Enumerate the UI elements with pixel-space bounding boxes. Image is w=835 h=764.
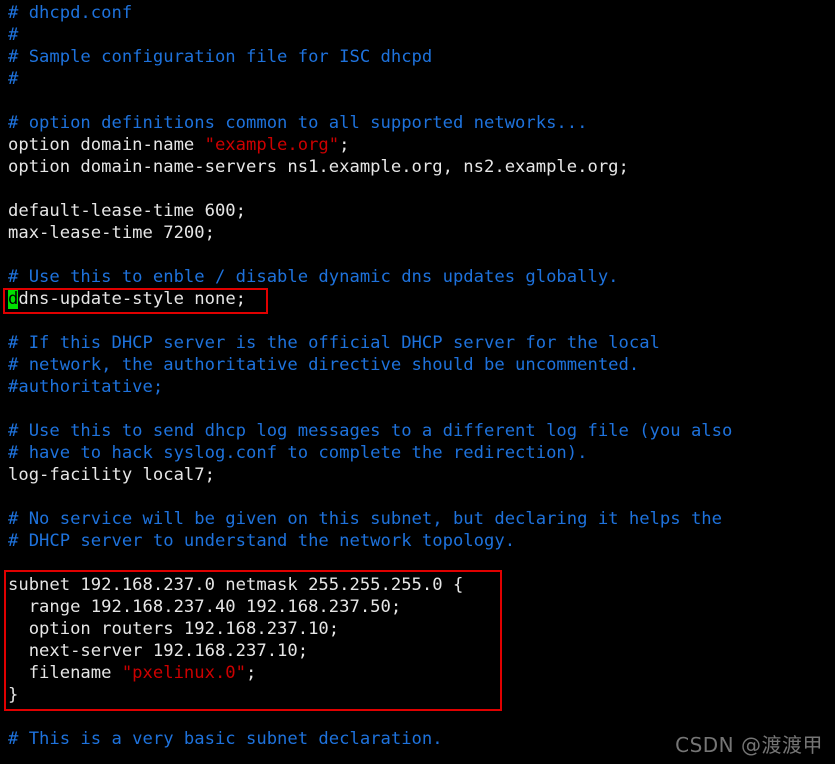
code-line-directive: next-server 192.168.237.10; (8, 640, 835, 662)
code-line-directive: range 192.168.237.40 192.168.237.50; (8, 596, 835, 618)
comment-token: # This is a very basic subnet declaratio… (8, 729, 443, 749)
statement-terminator-token: ; (246, 663, 257, 683)
code-line-directive: } (8, 684, 835, 706)
directive-token: next-server 192.168.237.10; (8, 641, 309, 661)
code-line-comment: # (8, 68, 835, 90)
directive-token: dns-update-style none; (18, 289, 247, 309)
code-line-comment: # network, the authoritative directive s… (8, 354, 835, 376)
code-line-comment: # Use this to enble / disable dynamic dn… (8, 266, 835, 288)
code-line-comment: # (8, 24, 835, 46)
code-line-directive: subnet 192.168.237.0 netmask 255.255.255… (8, 574, 835, 596)
comment-token: # (8, 69, 19, 89)
comment-token: # Use this to enble / disable dynamic dn… (8, 267, 619, 287)
directive-token: range 192.168.237.40 192.168.237.50; (8, 597, 402, 617)
comment-token: # network, the authoritative directive s… (8, 355, 640, 375)
comment-token: # Sample configuration file for ISC dhcp… (8, 47, 433, 67)
comment-token: # Use this to send dhcp log messages to … (8, 421, 733, 441)
code-line-comment: # If this DHCP server is the official DH… (8, 332, 835, 354)
string-literal-token: "example.org" (204, 135, 340, 155)
code-line-directive: option routers 192.168.237.10; (8, 618, 835, 640)
code-line-directive: max-lease-time 7200; (8, 222, 835, 244)
directive-token: } (8, 685, 19, 705)
code-line-with-cursor: ddns-update-style none; (8, 288, 835, 310)
directive-token: max-lease-time 7200; (8, 223, 215, 243)
code-line-comment: # have to hack syslog.conf to complete t… (8, 442, 835, 464)
code-line-directive-with-string: filename "pxelinux.0"; (8, 662, 835, 684)
code-line-directive: log-facility local7; (8, 464, 835, 486)
code-line-directive-with-string: option domain-name "example.org"; (8, 134, 835, 156)
comment-token: #authoritative; (8, 377, 164, 397)
code-line-comment: # Use this to send dhcp log messages to … (8, 420, 835, 442)
comment-token: # (8, 25, 19, 45)
directive-token: default-lease-time 600; (8, 201, 246, 221)
comment-token: # option definitions common to all suppo… (8, 113, 588, 133)
code-line-comment: #authoritative; (8, 376, 835, 398)
directive-token: option domain-name-servers ns1.example.o… (8, 157, 629, 177)
comment-token: # have to hack syslog.conf to complete t… (8, 443, 588, 463)
code-line-directive: default-lease-time 600; (8, 200, 835, 222)
comment-token: # dhcpd.conf (8, 3, 133, 23)
code-line-comment: # Sample configuration file for ISC dhcp… (8, 46, 835, 68)
code-line-directive: option domain-name-servers ns1.example.o… (8, 156, 835, 178)
statement-terminator-token: ; (339, 135, 350, 155)
directive-token: log-facility local7; (8, 465, 215, 485)
code-line-comment: # DHCP server to understand the network … (8, 530, 835, 552)
code-line-comment: # No service will be given on this subne… (8, 508, 835, 530)
code-line-comment: # dhcpd.conf (8, 2, 835, 24)
directive-token: subnet 192.168.237.0 netmask 255.255.255… (8, 575, 464, 595)
config-file-text-area[interactable]: # dhcpd.conf # # Sample configuration file… (0, 0, 835, 764)
comment-token: # No service will be given on this subne… (8, 509, 722, 529)
code-line-comment: # option definitions common to all suppo… (8, 112, 835, 134)
text-cursor[interactable]: d (8, 289, 19, 309)
csdn-watermark: CSDN @渡渡甲 (675, 733, 823, 757)
directive-token: option routers 192.168.237.10; (8, 619, 340, 639)
directive-token: option domain-name (8, 135, 205, 155)
comment-token: # If this DHCP server is the official DH… (8, 333, 660, 353)
string-literal-token: "pxelinux.0" (121, 663, 247, 683)
comment-token: # DHCP server to understand the network … (8, 531, 516, 551)
directive-token: filename (8, 663, 122, 683)
terminal-screen: # dhcpd.conf # # Sample configuration file… (0, 0, 835, 764)
